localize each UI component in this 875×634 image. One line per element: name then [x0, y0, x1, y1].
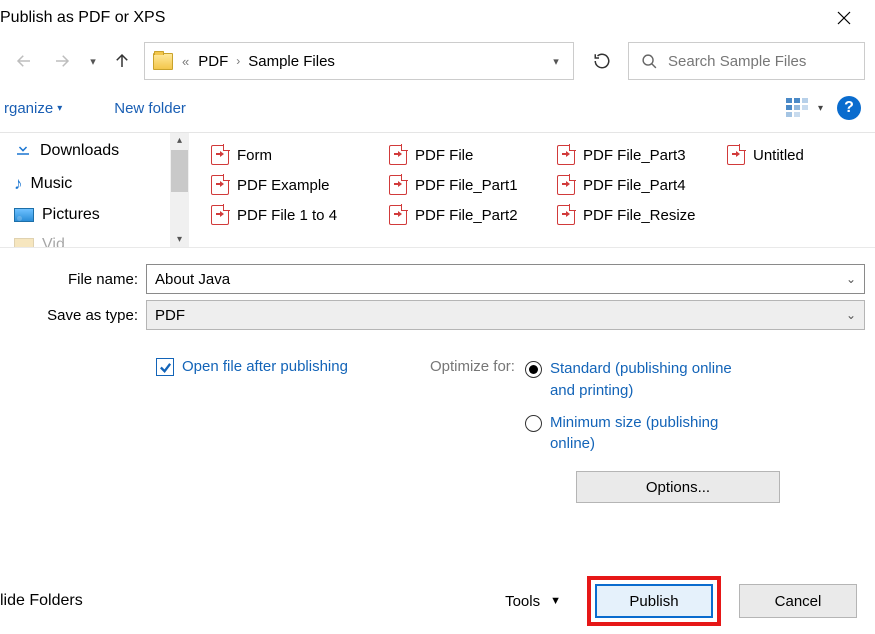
optimize-minimum-radio[interactable]: Minimum size (publishing online) [525, 412, 735, 456]
file-name-input[interactable]: About Java ⌄ [146, 264, 865, 294]
pdf-icon [557, 175, 575, 195]
options-label: Options... [646, 479, 710, 496]
caret-down-icon: ▾ [57, 103, 62, 114]
file-item[interactable]: PDF File_Part3 [557, 145, 727, 165]
download-icon [14, 139, 32, 162]
save-type-label: Save as type: [10, 307, 146, 324]
sidebar: Downloads ♪ Music Pictures Vid [0, 133, 170, 247]
title-bar: Publish as PDF or XPS [0, 0, 875, 36]
radio-icon [525, 415, 542, 432]
file-list: Form PDF Example PDF File 1 to 4 PDF Fil… [189, 133, 875, 247]
organize-label: rganize [4, 100, 53, 117]
organize-menu[interactable]: rganize ▾ [0, 94, 66, 123]
chevron-left-icon: « [179, 54, 192, 69]
close-button[interactable] [821, 2, 867, 34]
pdf-icon [211, 175, 229, 195]
file-name-label: File name: [10, 271, 146, 288]
file-item[interactable]: PDF File_Part4 [557, 175, 727, 195]
chevron-down-icon: ⌄ [846, 272, 856, 286]
options-button[interactable]: Options... [576, 471, 780, 503]
sidebar-label: Pictures [42, 206, 100, 224]
search-box[interactable]: Search Sample Files [628, 42, 865, 80]
scroll-up-icon[interactable]: ▴ [177, 135, 182, 146]
toolbar: rganize ▾ New folder ▾ ? [0, 88, 875, 132]
check-icon [159, 361, 172, 374]
search-icon [641, 53, 658, 70]
file-item[interactable]: PDF File [389, 145, 557, 165]
save-type-value: PDF [155, 307, 185, 324]
pdf-icon [211, 145, 229, 165]
forward-button[interactable] [48, 47, 76, 75]
chevron-right-icon: › [234, 54, 242, 68]
radio-icon [525, 361, 542, 378]
sidebar-scrollbar[interactable]: ▴ ▾ [170, 133, 189, 247]
refresh-button[interactable] [586, 42, 618, 80]
address-bar[interactable]: « PDF › Sample Files ▾ [144, 42, 574, 80]
help-button[interactable]: ? [837, 96, 861, 120]
publish-label: Publish [629, 593, 678, 610]
optimize-standard-label: Standard (publishing online and printing… [550, 358, 735, 402]
pdf-icon [389, 145, 407, 165]
hide-folders-button[interactable]: lide Folders [0, 592, 83, 610]
save-form: File name: About Java ⌄ Save as type: PD… [0, 247, 875, 503]
sidebar-label: Music [31, 175, 73, 193]
sidebar-item-music[interactable]: ♪ Music [0, 168, 170, 200]
picture-icon [14, 208, 34, 222]
tools-menu[interactable]: Tools ▼ [505, 593, 561, 610]
footer: lide Folders Tools ▼ Publish Cancel [0, 568, 875, 634]
window-title: Publish as PDF or XPS [0, 3, 821, 33]
caret-down-icon: ▼ [550, 595, 561, 607]
file-item[interactable]: Form [211, 145, 389, 165]
back-button[interactable] [10, 47, 38, 75]
file-item[interactable]: PDF File_Resize [557, 205, 727, 225]
view-mode-dropdown[interactable]: ▾ [818, 103, 823, 114]
folder-icon [153, 53, 173, 70]
content-area: Downloads ♪ Music Pictures Vid ▴ ▾ Form … [0, 132, 875, 247]
file-item[interactable]: PDF Example [211, 175, 389, 195]
file-item[interactable]: PDF File_Part2 [389, 205, 557, 225]
view-mode-button[interactable] [786, 97, 810, 119]
open-after-label[interactable]: Open file after publishing [182, 358, 348, 375]
tools-label: Tools [505, 593, 540, 610]
video-icon [14, 238, 34, 247]
breadcrumb-seg-2[interactable]: Sample Files [248, 53, 335, 70]
breadcrumb-seg-1[interactable]: PDF [198, 53, 228, 70]
sidebar-item-videos[interactable]: Vid [0, 230, 170, 247]
publish-button[interactable]: Publish [595, 584, 713, 618]
chevron-down-icon: ⌄ [846, 308, 856, 322]
music-icon: ♪ [14, 174, 23, 194]
address-dropdown[interactable]: ▾ [543, 43, 569, 79]
sidebar-item-downloads[interactable]: Downloads [0, 133, 170, 168]
pdf-icon [557, 145, 575, 165]
optimize-minimum-label: Minimum size (publishing online) [550, 412, 735, 456]
scroll-down-icon[interactable]: ▾ [177, 234, 182, 245]
file-item[interactable]: PDF File_Part1 [389, 175, 557, 195]
sidebar-label: Vid [42, 236, 65, 247]
sidebar-item-pictures[interactable]: Pictures [0, 200, 170, 230]
optimize-standard-radio[interactable]: Standard (publishing online and printing… [525, 358, 735, 402]
save-type-select[interactable]: PDF ⌄ [146, 300, 865, 330]
pdf-icon [211, 205, 229, 225]
nav-row: ▾ « PDF › Sample Files ▾ Search Sample F… [0, 36, 875, 88]
file-name-value: About Java [155, 271, 230, 288]
publish-highlight: Publish [587, 576, 721, 626]
cancel-label: Cancel [775, 593, 822, 610]
scroll-thumb[interactable] [171, 150, 188, 192]
file-item[interactable]: Untitled [727, 145, 804, 165]
up-button[interactable] [110, 49, 134, 73]
pdf-icon [389, 205, 407, 225]
search-placeholder: Search Sample Files [668, 53, 806, 70]
close-icon [837, 11, 851, 25]
pdf-icon [557, 205, 575, 225]
cancel-button[interactable]: Cancel [739, 584, 857, 618]
sidebar-label: Downloads [40, 142, 119, 160]
open-after-checkbox[interactable] [156, 358, 174, 376]
file-item[interactable]: PDF File 1 to 4 [211, 205, 389, 225]
optimize-label: Optimize for: [430, 358, 515, 465]
pdf-icon [727, 145, 745, 165]
pdf-icon [389, 175, 407, 195]
history-dropdown[interactable]: ▾ [86, 55, 100, 68]
new-folder-button[interactable]: New folder [114, 100, 186, 117]
